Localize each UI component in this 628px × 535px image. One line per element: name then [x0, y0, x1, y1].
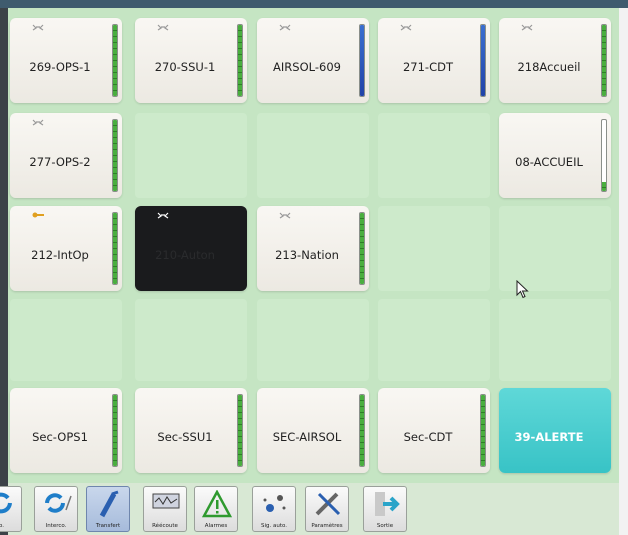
- line-tile[interactable]: 213-Nation: [257, 206, 369, 291]
- level-bar-fill: [360, 395, 364, 466]
- line-tile[interactable]: 08-ACCUEIL: [499, 113, 611, 198]
- line-tile[interactable]: SEC-AIRSOL: [257, 388, 369, 473]
- level-bar: [237, 394, 243, 467]
- level-bar-fill: [238, 25, 242, 96]
- line-tile[interactable]: Sec-CDT: [378, 388, 490, 473]
- mouse-pointer-icon: [516, 280, 529, 299]
- empty-slot: [378, 113, 490, 198]
- toolbar-button-label: Alarmes: [204, 523, 228, 529]
- line-tile[interactable]: 210-Auton: [135, 206, 247, 291]
- toolbar-button-label: Paramètres: [311, 523, 343, 529]
- toolbar-button[interactable]: Paramètres: [305, 486, 349, 532]
- empty-slot: [499, 299, 611, 381]
- window-top-strip: [0, 0, 628, 8]
- level-bar-fill: [113, 120, 117, 191]
- empty-slot: [257, 299, 369, 381]
- level-bar: [359, 394, 365, 467]
- level-bar-fill: [113, 395, 117, 466]
- screen-bezel-right: [619, 8, 628, 535]
- phone-icon: [32, 23, 44, 33]
- level-bar: [112, 24, 118, 97]
- level-bar: [112, 119, 118, 192]
- toolbar-button-label: Réécoute: [152, 523, 178, 529]
- tile-label: AIRSOL-609: [273, 60, 341, 74]
- line-tile[interactable]: 271-CDT: [378, 18, 490, 103]
- tile-label: 277-OPS-2: [29, 155, 91, 169]
- toolbar-button[interactable]: Sortie: [363, 486, 407, 532]
- level-bar-fill: [481, 25, 485, 96]
- screen-bezel-left: [0, 8, 8, 535]
- toolbar-button-label: Transfert: [95, 523, 121, 529]
- tile-label: 39-ALERTE: [514, 430, 584, 444]
- bottom-toolbar: co. Interco. Transfert Réécoute Alarmes Sig. …: [0, 483, 619, 535]
- line-tile[interactable]: Sec-SSU1: [135, 388, 247, 473]
- tile-label: SEC-AIRSOL: [272, 430, 342, 444]
- empty-slot: [10, 299, 122, 381]
- level-bar-fill: [113, 25, 117, 96]
- line-tile[interactable]: 270-SSU-1: [135, 18, 247, 103]
- toolbar-button[interactable]: Alarmes: [194, 486, 238, 532]
- empty-slot: [135, 113, 247, 198]
- level-bar-fill: [238, 395, 242, 466]
- phone-icon: [157, 23, 169, 33]
- tile-label: Sec-CDT: [403, 430, 453, 444]
- line-tile[interactable]: 269-OPS-1: [10, 18, 122, 103]
- level-bar-fill: [360, 213, 364, 284]
- key-icon: [32, 211, 44, 221]
- phone-icon: [400, 23, 412, 33]
- level-bar: [112, 394, 118, 467]
- level-bar: [237, 24, 243, 97]
- line-tile[interactable]: AIRSOL-609: [257, 18, 369, 103]
- phone-icon: [279, 23, 291, 33]
- toolbar-button-label: co.: [0, 523, 5, 529]
- level-bar: [601, 119, 607, 192]
- level-bar-fill: [602, 182, 606, 191]
- toolbar-button[interactable]: Réécoute: [143, 486, 187, 532]
- tile-label: 212-IntOp: [31, 248, 89, 262]
- level-bar: [359, 212, 365, 285]
- tile-label: 269-OPS-1: [29, 60, 91, 74]
- tile-label: 218Accueil: [517, 60, 581, 74]
- level-bar-fill: [481, 395, 485, 466]
- level-bar: [480, 394, 486, 467]
- empty-slot: [135, 299, 247, 381]
- toolbar-button-label: Sig. auto.: [260, 523, 288, 529]
- toolbar-button-label: Interco.: [45, 523, 67, 529]
- level-bar-fill: [602, 25, 606, 96]
- phone-icon: [32, 118, 44, 128]
- level-bar: [112, 212, 118, 285]
- line-tile[interactable]: Sec-OPS1: [10, 388, 122, 473]
- tile-label: 210-Auton: [155, 248, 215, 262]
- level-bar-fill: [360, 25, 364, 96]
- toolbar-button[interactable]: Interco.: [34, 486, 78, 532]
- phone-icon: [279, 211, 291, 221]
- tile-label: Sec-SSU1: [157, 430, 213, 444]
- tile-label: 08-ACCUEIL: [515, 155, 583, 169]
- toolbar-button[interactable]: Sig. auto.: [252, 486, 296, 532]
- line-tile[interactable]: 212-IntOp: [10, 206, 122, 291]
- level-bar: [359, 24, 365, 97]
- tile-label: 271-CDT: [402, 60, 453, 74]
- tile-label: 213-Nation: [275, 248, 339, 262]
- toolbar-button-label: Sortie: [376, 523, 394, 529]
- empty-slot: [378, 299, 490, 381]
- line-tile[interactable]: 218Accueil: [499, 18, 611, 103]
- line-tile[interactable]: 39-ALERTE: [499, 388, 611, 473]
- toolbar-button[interactable]: co.: [0, 486, 22, 532]
- empty-slot: [499, 206, 611, 291]
- phone-icon: [157, 211, 169, 221]
- level-bar-fill: [113, 213, 117, 284]
- level-bar: [601, 24, 607, 97]
- tile-label: 270-SSU-1: [154, 60, 216, 74]
- level-bar: [480, 24, 486, 97]
- line-tile[interactable]: 277-OPS-2: [10, 113, 122, 198]
- console-screen: 269-OPS-1 270-SSU-1 AIRSOL-609 271-CDT 218Ac…: [0, 8, 619, 535]
- empty-slot: [257, 113, 369, 198]
- toolbar-button[interactable]: Transfert: [86, 486, 130, 532]
- tile-label: Sec-OPS1: [32, 430, 88, 444]
- empty-slot: [378, 206, 490, 291]
- phone-icon: [521, 23, 533, 33]
